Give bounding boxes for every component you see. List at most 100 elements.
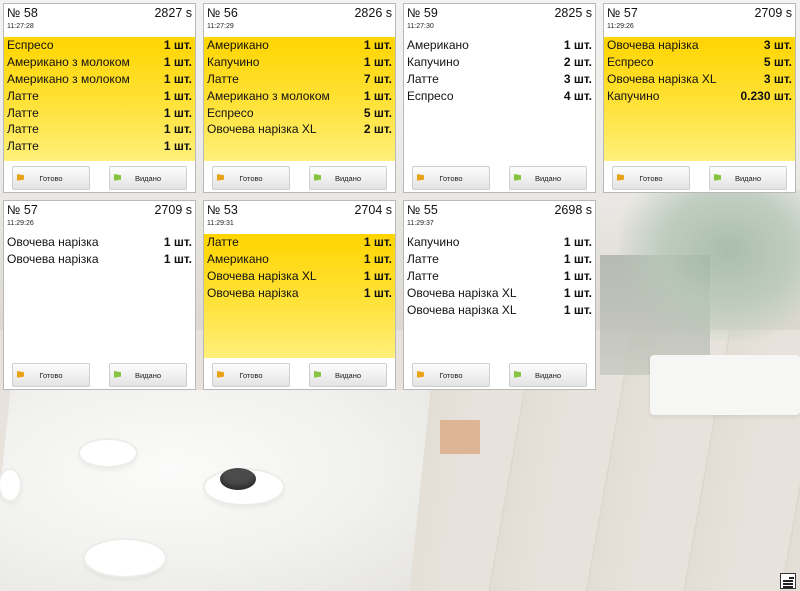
order-item-row: Овочева нарізка XL 3 шт. — [604, 71, 795, 88]
order-time: 11:29:31 — [207, 220, 234, 227]
item-quantity: 1 шт. — [363, 55, 392, 70]
issued-button-label: Видано — [334, 370, 362, 380]
order-number: № 53 — [207, 203, 238, 217]
item-name: Капучино — [407, 235, 460, 250]
item-quantity: 1 шт. — [363, 285, 392, 300]
item-name: Овочева нарізка XL — [207, 268, 317, 283]
issued-button-label: Видано — [734, 173, 762, 183]
issued-button[interactable]: Видано — [309, 363, 387, 387]
order-header: № 57 2709 s 11:29:26 — [604, 4, 795, 37]
ready-button-label: Готово — [239, 370, 263, 380]
issued-button[interactable]: Видано — [309, 166, 387, 190]
item-quantity: 0.230 шт. — [740, 88, 792, 103]
item-quantity: 1 шт. — [363, 88, 392, 103]
ready-button-label: Готово — [439, 173, 463, 183]
ready-button[interactable]: Готово — [612, 166, 690, 190]
item-name: Латте — [207, 235, 239, 250]
order-items: Овочева нарізка 3 шт. Еспресо 5 шт. Овоч… — [604, 37, 795, 161]
order-item-row: Латте 1 шт. — [4, 121, 195, 138]
ready-button-label: Готово — [639, 173, 663, 183]
order-item-row: Американо 1 шт. — [404, 37, 595, 54]
order-elapsed-seconds: 2709 s — [754, 6, 792, 20]
issued-button-label: Видано — [134, 370, 162, 380]
background-plate — [85, 540, 165, 576]
order-actions: Готово Видано — [4, 161, 195, 192]
order-elapsed-seconds: 2698 s — [554, 203, 592, 217]
issued-button[interactable]: Видано — [509, 166, 587, 190]
item-name: Овочева нарізка XL — [607, 71, 717, 86]
background-plate — [80, 440, 136, 466]
item-name: Латте — [207, 71, 239, 86]
issued-button[interactable]: Видано — [509, 363, 587, 387]
order-card: № 59 2825 s 11:27:30 Американо 1 шт. Кап… — [403, 3, 596, 193]
issued-button[interactable]: Видано — [109, 363, 187, 387]
item-name: Латте — [407, 268, 439, 283]
issued-button[interactable]: Видано — [109, 166, 187, 190]
order-item-row: Американо з молоком 1 шт. — [4, 71, 195, 88]
ready-button-label: Готово — [39, 370, 63, 380]
order-item-row: Латте 1 шт. — [4, 87, 195, 104]
item-quantity: 4 шт. — [563, 88, 592, 103]
order-actions: Готово Видано — [404, 161, 595, 192]
menu-icon[interactable] — [780, 573, 796, 589]
item-name: Капучино — [207, 55, 260, 70]
order-items: Американо 1 шт. Капучино 1 шт. Латте 7 ш… — [204, 37, 395, 161]
item-quantity: 1 шт. — [163, 139, 192, 154]
order-elapsed-seconds: 2709 s — [154, 203, 192, 217]
order-item-row: Овочева нарізка XL 1 шт. — [404, 284, 595, 301]
order-item-row: Капучино 1 шт. — [204, 54, 395, 71]
order-item-row: Американо з молоком 1 шт. — [204, 87, 395, 104]
item-name: Американо з молоком — [7, 55, 130, 70]
issued-button-label: Видано — [134, 173, 162, 183]
order-item-row: Американо 1 шт. — [204, 37, 395, 54]
issued-button-label: Видано — [534, 370, 562, 380]
order-item-row: Овочева нарізка XL 1 шт. — [204, 268, 395, 285]
order-card: № 53 2704 s 11:29:31 Латте 1 шт. Америка… — [203, 200, 396, 390]
item-quantity: 1 шт. — [163, 38, 192, 53]
background-plate — [0, 470, 20, 500]
order-card: № 57 2709 s 11:29:26 Овочева нарізка 3 ш… — [603, 3, 796, 193]
order-item-row: Латте 1 шт. — [404, 268, 595, 285]
order-time: 11:29:37 — [407, 220, 434, 227]
order-number: № 56 — [207, 6, 238, 20]
order-item-row: Капучино 1 шт. — [404, 234, 595, 251]
order-item-row: Еспресо 5 шт. — [204, 104, 395, 121]
item-quantity: 3 шт. — [763, 71, 792, 86]
order-items: Американо 1 шт. Капучино 2 шт. Латте 3 ш… — [404, 37, 595, 161]
background-table — [650, 355, 800, 415]
order-number: № 59 — [407, 6, 438, 20]
ready-button[interactable]: Готово — [212, 363, 290, 387]
order-time: 11:29:26 — [7, 220, 34, 227]
item-quantity: 1 шт. — [563, 252, 592, 267]
item-quantity: 2 шт. — [563, 55, 592, 70]
item-quantity: 1 шт. — [163, 88, 192, 103]
item-quantity: 1 шт. — [363, 38, 392, 53]
ready-button[interactable]: Готово — [212, 166, 290, 190]
order-header: № 57 2709 s 11:29:26 — [4, 201, 195, 234]
ready-button-label: Готово — [39, 173, 63, 183]
order-header: № 53 2704 s 11:29:31 — [204, 201, 395, 234]
order-number: № 55 — [407, 203, 438, 217]
ready-button-label: Готово — [439, 370, 463, 380]
order-number: № 57 — [607, 6, 638, 20]
order-item-row: Латте 1 шт. — [404, 251, 595, 268]
item-quantity: 1 шт. — [563, 285, 592, 300]
order-number: № 58 — [7, 6, 38, 20]
order-card: № 56 2826 s 11:27:29 Американо 1 шт. Кап… — [203, 3, 396, 193]
order-item-row: Латте 1 шт. — [4, 104, 195, 121]
order-card: № 58 2827 s 11:27:28 Еспресо 1 шт. Амери… — [3, 3, 196, 193]
ready-button[interactable]: Готово — [412, 363, 490, 387]
ready-button[interactable]: Готово — [412, 166, 490, 190]
order-item-row: Овочева нарізка XL 1 шт. — [404, 301, 595, 318]
order-item-row: Еспресо 4 шт. — [404, 87, 595, 104]
order-item-row: Американо 1 шт. — [204, 251, 395, 268]
issued-button-label: Видано — [534, 173, 562, 183]
item-quantity: 7 шт. — [363, 71, 392, 86]
issued-button[interactable]: Видано — [709, 166, 787, 190]
ready-button[interactable]: Готово — [12, 363, 90, 387]
item-name: Латте — [7, 88, 39, 103]
issued-button-label: Видано — [334, 173, 362, 183]
ready-button[interactable]: Готово — [12, 166, 90, 190]
order-item-row: Капучино 0.230 шт. — [604, 87, 795, 104]
order-time: 11:27:29 — [207, 23, 234, 30]
